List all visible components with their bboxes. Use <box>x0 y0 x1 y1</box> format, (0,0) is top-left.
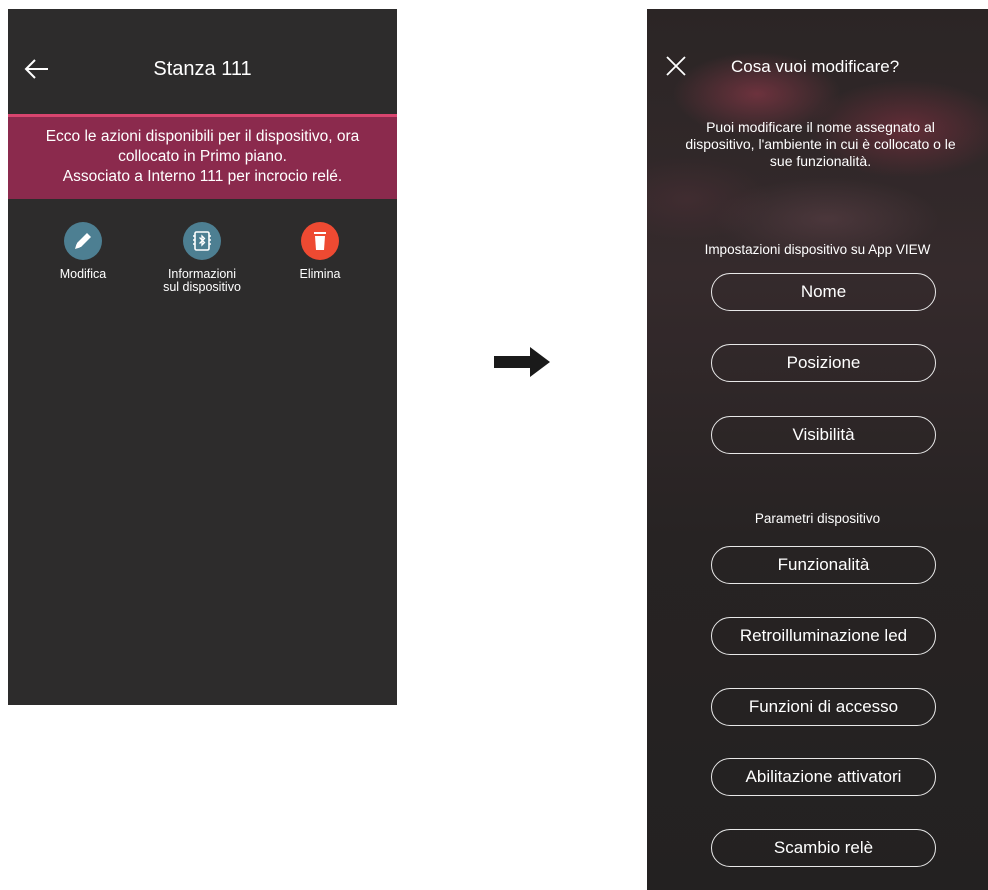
close-icon[interactable] <box>665 55 687 77</box>
name-button[interactable]: Nome <box>711 273 936 311</box>
functionality-button[interactable]: Funzionalità <box>711 546 936 584</box>
position-button[interactable]: Posizione <box>711 344 936 382</box>
bluetooth-chip-icon <box>193 231 211 251</box>
dialog-title: Cosa vuoi modificare? <box>731 57 900 76</box>
banner-line: Ecco le azioni disponibili per il dispos… <box>45 128 360 145</box>
description-line: dispositivo, l'ambiente in cui è colloca… <box>685 136 956 152</box>
description-line: sue funzionalità. <box>769 153 872 169</box>
edit-action[interactable]: Modifica <box>23 222 143 281</box>
dialog-description: Puoi modificare il nome assegnato al dis… <box>657 119 984 170</box>
right-phone-screen: Cosa vuoi modificare? Puoi modificare il… <box>647 9 988 890</box>
info-banner: Ecco le azioni disponibili per il dispos… <box>8 114 397 199</box>
edit-label: Modifica <box>59 267 107 281</box>
section-app-settings: Impostazioni dispositivo su App VIEW <box>704 242 931 257</box>
device-info-action[interactable]: Informazioni sul dispositivo <box>142 222 262 294</box>
left-phone-screen: Stanza 111 Ecco le azioni disponibili pe… <box>8 9 397 705</box>
section-device-params: Parametri dispositivo <box>754 511 881 526</box>
description-line: Puoi modificare il nome assegnato al <box>706 119 935 135</box>
enable-activators-button[interactable]: Abilitazione attivatori <box>711 758 936 796</box>
visibility-button[interactable]: Visibilità <box>711 416 936 454</box>
device-info-button[interactable] <box>183 222 221 260</box>
header: Stanza 111 <box>8 9 397 114</box>
access-functions-button[interactable]: Funzioni di accesso <box>711 688 936 726</box>
pencil-icon <box>75 233 91 249</box>
relay-swap-button[interactable]: Scambio relè <box>711 829 936 867</box>
page-title: Stanza 111 <box>153 58 252 80</box>
device-info-label-line2: sul dispositivo <box>163 280 241 294</box>
delete-action[interactable]: Elimina <box>260 222 380 281</box>
device-info-label: Informazioni sul dispositivo <box>142 268 262 294</box>
banner-line: collocato in Primo piano. <box>118 148 287 165</box>
delete-button[interactable] <box>301 222 339 260</box>
transition-arrow-icon <box>494 347 550 377</box>
trash-icon <box>314 232 326 250</box>
banner-line: Associato a Interno 111 per incrocio rel… <box>62 168 343 185</box>
delete-label: Elimina <box>299 267 341 281</box>
led-backlight-button[interactable]: Retroilluminazione led <box>711 617 936 655</box>
edit-button[interactable] <box>64 222 102 260</box>
